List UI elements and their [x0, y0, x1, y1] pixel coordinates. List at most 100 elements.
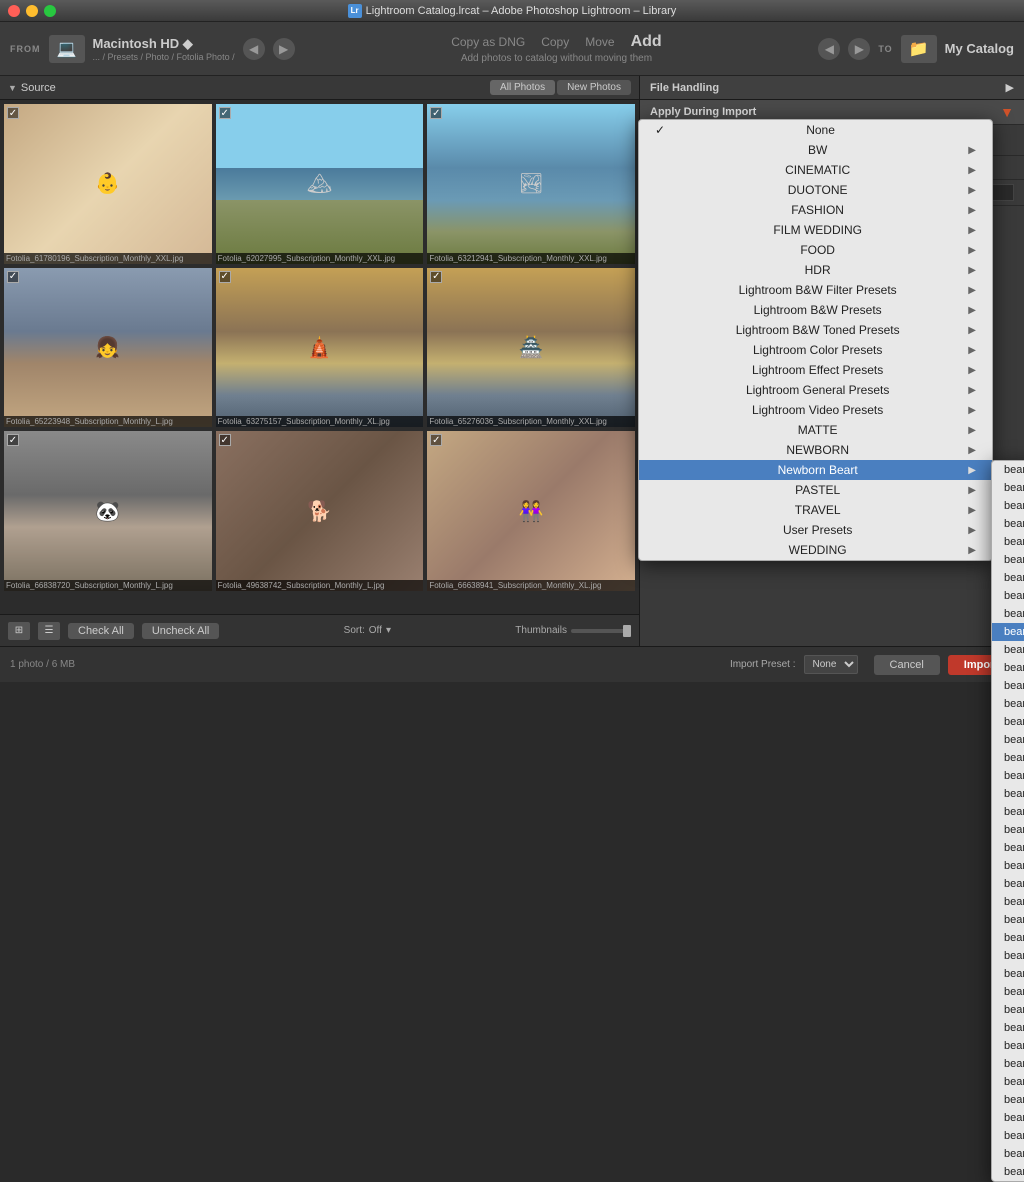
photo-checkbox-8[interactable] — [219, 434, 231, 446]
photo-checkbox-5[interactable] — [219, 271, 231, 283]
dropdown-item-wedding[interactable]: WEDDING ▶ — [639, 540, 992, 560]
photo-checkbox-2[interactable] — [219, 107, 231, 119]
sub-bright-plus[interactable]: beart-Newborn Bright + — [992, 551, 1024, 569]
dropdown-item-lr-bw-toned[interactable]: Lightroom B&W Toned Presets ▶ — [639, 320, 992, 340]
sub-sharp-plusplus[interactable]: beart-Newborn Sharp++ — [992, 983, 1024, 1001]
dropdown-item-lr-bw-filter[interactable]: Lightroom B&W Filter Presets ▶ — [639, 280, 992, 300]
dropdown-item-lr-color[interactable]: Lightroom Color Presets ▶ — [639, 340, 992, 360]
thumbnail-slider[interactable] — [571, 629, 631, 633]
photo-cell-7[interactable]: 🐼 Fotolia_66838720_Subscription_Monthly_… — [4, 431, 212, 591]
sub-matte3[interactable]: beart-Newborn Matte3 — [992, 803, 1024, 821]
sub-saturation-minus[interactable]: beart-Newborn Saturation- — [992, 929, 1024, 947]
photo-cell-9[interactable]: 👭 Fotolia_66638941_Subscription_Monthly_… — [427, 431, 635, 591]
sub-warm-plus[interactable]: beart-Newborn Warm+ — [992, 1109, 1024, 1127]
apply-during-dropdown[interactable]: ✓ None BW ▶ CINEMATIC ▶ DUOTONE ▶ FASHIO… — [638, 119, 993, 561]
source-triangle[interactable]: ▼ — [8, 83, 17, 93]
device-name[interactable]: Macintosh HD ◆ — [93, 36, 235, 52]
prev-arrow-button[interactable]: ◀ — [243, 38, 265, 60]
sub-black[interactable]: beart-Newborn Black- — [992, 497, 1024, 515]
sub-drama[interactable]: beart-Newborn Drama — [992, 659, 1024, 677]
sub-pink-color[interactable]: beart-Newborn Pink Color — [992, 857, 1024, 875]
dropdown-item-bw[interactable]: BW ▶ — [639, 140, 992, 160]
dropdown-item-food[interactable]: FOOD ▶ — [639, 240, 992, 260]
sub-clarity-plus[interactable]: beart-Newborn Clarity+ — [992, 605, 1024, 623]
sub-portrait-perfection[interactable]: beart-Newborn Portrait Perfection — [992, 875, 1024, 893]
add-action[interactable]: Add — [631, 33, 662, 51]
sub-color-shot[interactable]: beart-Newborn Color Shot — [992, 641, 1024, 659]
sub-clear[interactable]: beart-Newborn Clear — [992, 623, 1024, 641]
photo-cell-8[interactable]: 🐕 Fotolia_49638742_Subscription_Monthly_… — [216, 431, 424, 591]
sub-nice-effect[interactable]: beart-Newborn Nice Effect — [992, 821, 1024, 839]
photo-checkbox-1[interactable] — [7, 107, 19, 119]
next-arrow-button[interactable]: ▶ — [273, 38, 295, 60]
import-preset-select[interactable]: None — [804, 655, 858, 674]
sub-shadows-minus[interactable]: beart-Newborn Shadows- — [992, 965, 1024, 983]
photo-checkbox-3[interactable] — [430, 107, 442, 119]
dropdown-item-film-wedding[interactable]: FILM WEDDING ▶ — [639, 220, 992, 240]
sub-silver-bw[interactable]: beart-Newborn Silver B&W — [992, 1019, 1024, 1037]
sub-artistic[interactable]: beart-Newborn Artistic — [992, 461, 1024, 479]
copy-action[interactable]: Copy — [541, 35, 569, 49]
sub-hd-bw[interactable]: beart-Newborn HD B&W — [992, 713, 1024, 731]
sub-vibrance-plus[interactable]: beart-Newborn Vibrance+ — [992, 1055, 1024, 1073]
sub-sharp-plus[interactable]: beart-Newborn Sharp+ — [992, 1001, 1024, 1019]
sub-soft-light[interactable]: beart-Newborn Soft Light — [992, 1037, 1024, 1055]
sub-red-minus[interactable]: beart-Newborn Red- — [992, 911, 1024, 929]
grid-view-button[interactable]: ⊞ — [8, 622, 30, 640]
photo-cell-5[interactable]: 🛕 Fotolia_63275157_Subscription_Monthly_… — [216, 268, 424, 428]
catalog-name[interactable]: My Catalog — [945, 41, 1014, 56]
move-action[interactable]: Move — [585, 35, 614, 49]
sub-basic-control[interactable]: beart-Newborn Basic Control — [992, 479, 1024, 497]
slider-handle[interactable] — [623, 625, 631, 637]
check-all-button[interactable]: Check All — [68, 623, 134, 639]
photo-cell-1[interactable]: 👶 Fotolia_61780196_Subscription_Monthly_… — [4, 104, 212, 264]
dropdown-item-pastel[interactable]: PASTEL ▶ — [639, 480, 992, 500]
uncheck-all-button[interactable]: Uncheck All — [142, 623, 219, 639]
photo-checkbox-4[interactable] — [7, 271, 19, 283]
cancel-button[interactable]: Cancel — [874, 655, 940, 675]
to-prev-arrow[interactable]: ◀ — [818, 38, 840, 60]
sub-blue-plus[interactable]: beart-Newborn Blue+ — [992, 515, 1024, 533]
tab-new-photos[interactable]: New Photos — [557, 80, 631, 95]
sub-grain-plus[interactable]: beart-Newborn Grain+ — [992, 695, 1024, 713]
dropdown-item-hdr[interactable]: HDR ▶ — [639, 260, 992, 280]
dropdown-item-newborn-beart[interactable]: Newborn Beart ▶ — [639, 460, 992, 480]
sub-matte1[interactable]: beart-Newborn Matte1 — [992, 767, 1024, 785]
dropdown-item-matte[interactable]: MATTE ▶ — [639, 420, 992, 440]
dropdown-item-newborn[interactable]: NEWBORN ▶ — [639, 440, 992, 460]
tab-all-photos[interactable]: All Photos — [490, 80, 555, 95]
dropdown-item-lr-general[interactable]: Lightroom General Presets ▶ — [639, 380, 992, 400]
dropdown-item-duotone[interactable]: DUOTONE ▶ — [639, 180, 992, 200]
dropdown-item-lr-bw[interactable]: Lightroom B&W Presets ▶ — [639, 300, 992, 320]
sub-matte-bw[interactable]: beart-Newborn Matte B&W — [992, 749, 1024, 767]
dropdown-item-lr-effect[interactable]: Lightroom Effect Presets ▶ — [639, 360, 992, 380]
sub-blue-minus[interactable]: beart-Newborn Blue- — [992, 533, 1024, 551]
sub-cinema[interactable]: beart-Newborn Cinema — [992, 587, 1024, 605]
to-next-arrow[interactable]: ▶ — [848, 38, 870, 60]
sub-haze[interactable]: beart-Newborn Haze — [992, 731, 1024, 749]
dropdown-item-travel[interactable]: TRAVEL ▶ — [639, 500, 992, 520]
sub-matte2[interactable]: beart-Newborn Matte2 — [992, 785, 1024, 803]
close-button[interactable] — [8, 5, 20, 17]
photo-cell-6[interactable]: 🏯 Fotolia_65276036_Subscription_Monthly_… — [427, 268, 635, 428]
newborn-beart-submenu[interactable]: beart-Newborn Artistic beart-Newborn Bas… — [991, 460, 1024, 1182]
sub-vintage1[interactable]: beart-Newborn Vintage1 — [992, 1073, 1024, 1091]
minimize-button[interactable] — [26, 5, 38, 17]
photo-checkbox-9[interactable] — [430, 434, 442, 446]
maximize-button[interactable] — [44, 5, 56, 17]
sub-bright-plusplus[interactable]: beart-Newborn Bright++ — [992, 569, 1024, 587]
sub-film[interactable]: beart-Newborn Film — [992, 677, 1024, 695]
dropdown-item-cinematic[interactable]: CINEMATIC ▶ — [639, 160, 992, 180]
sub-shadow-minus[interactable]: beart-Newborn Shadow- — [992, 947, 1024, 965]
file-handling-arrow[interactable]: ▶ — [1006, 81, 1014, 94]
sort-arrow[interactable]: ▾ — [386, 625, 391, 636]
photo-cell-4[interactable]: 👧 Fotolia_65223948_Subscription_Monthly_… — [4, 268, 212, 428]
sub-yellow-minus-2[interactable]: beart-Newborn Yellow- — [992, 1163, 1024, 1181]
sub-yellow-minus-1[interactable]: beart-Newborn Yellow- — [992, 1145, 1024, 1163]
sub-nice-look[interactable]: beart-Newborn Nice Look — [992, 839, 1024, 857]
photo-checkbox-6[interactable] — [430, 271, 442, 283]
apply-during-arrow[interactable]: ▼ — [1000, 104, 1014, 120]
dropdown-item-none[interactable]: ✓ None — [639, 120, 992, 140]
photo-cell-2[interactable]: 🏔 Fotolia_62027995_Subscription_Monthly_… — [216, 104, 424, 264]
sub-white-correction[interactable]: beart-Newborn White Correction — [992, 1127, 1024, 1145]
